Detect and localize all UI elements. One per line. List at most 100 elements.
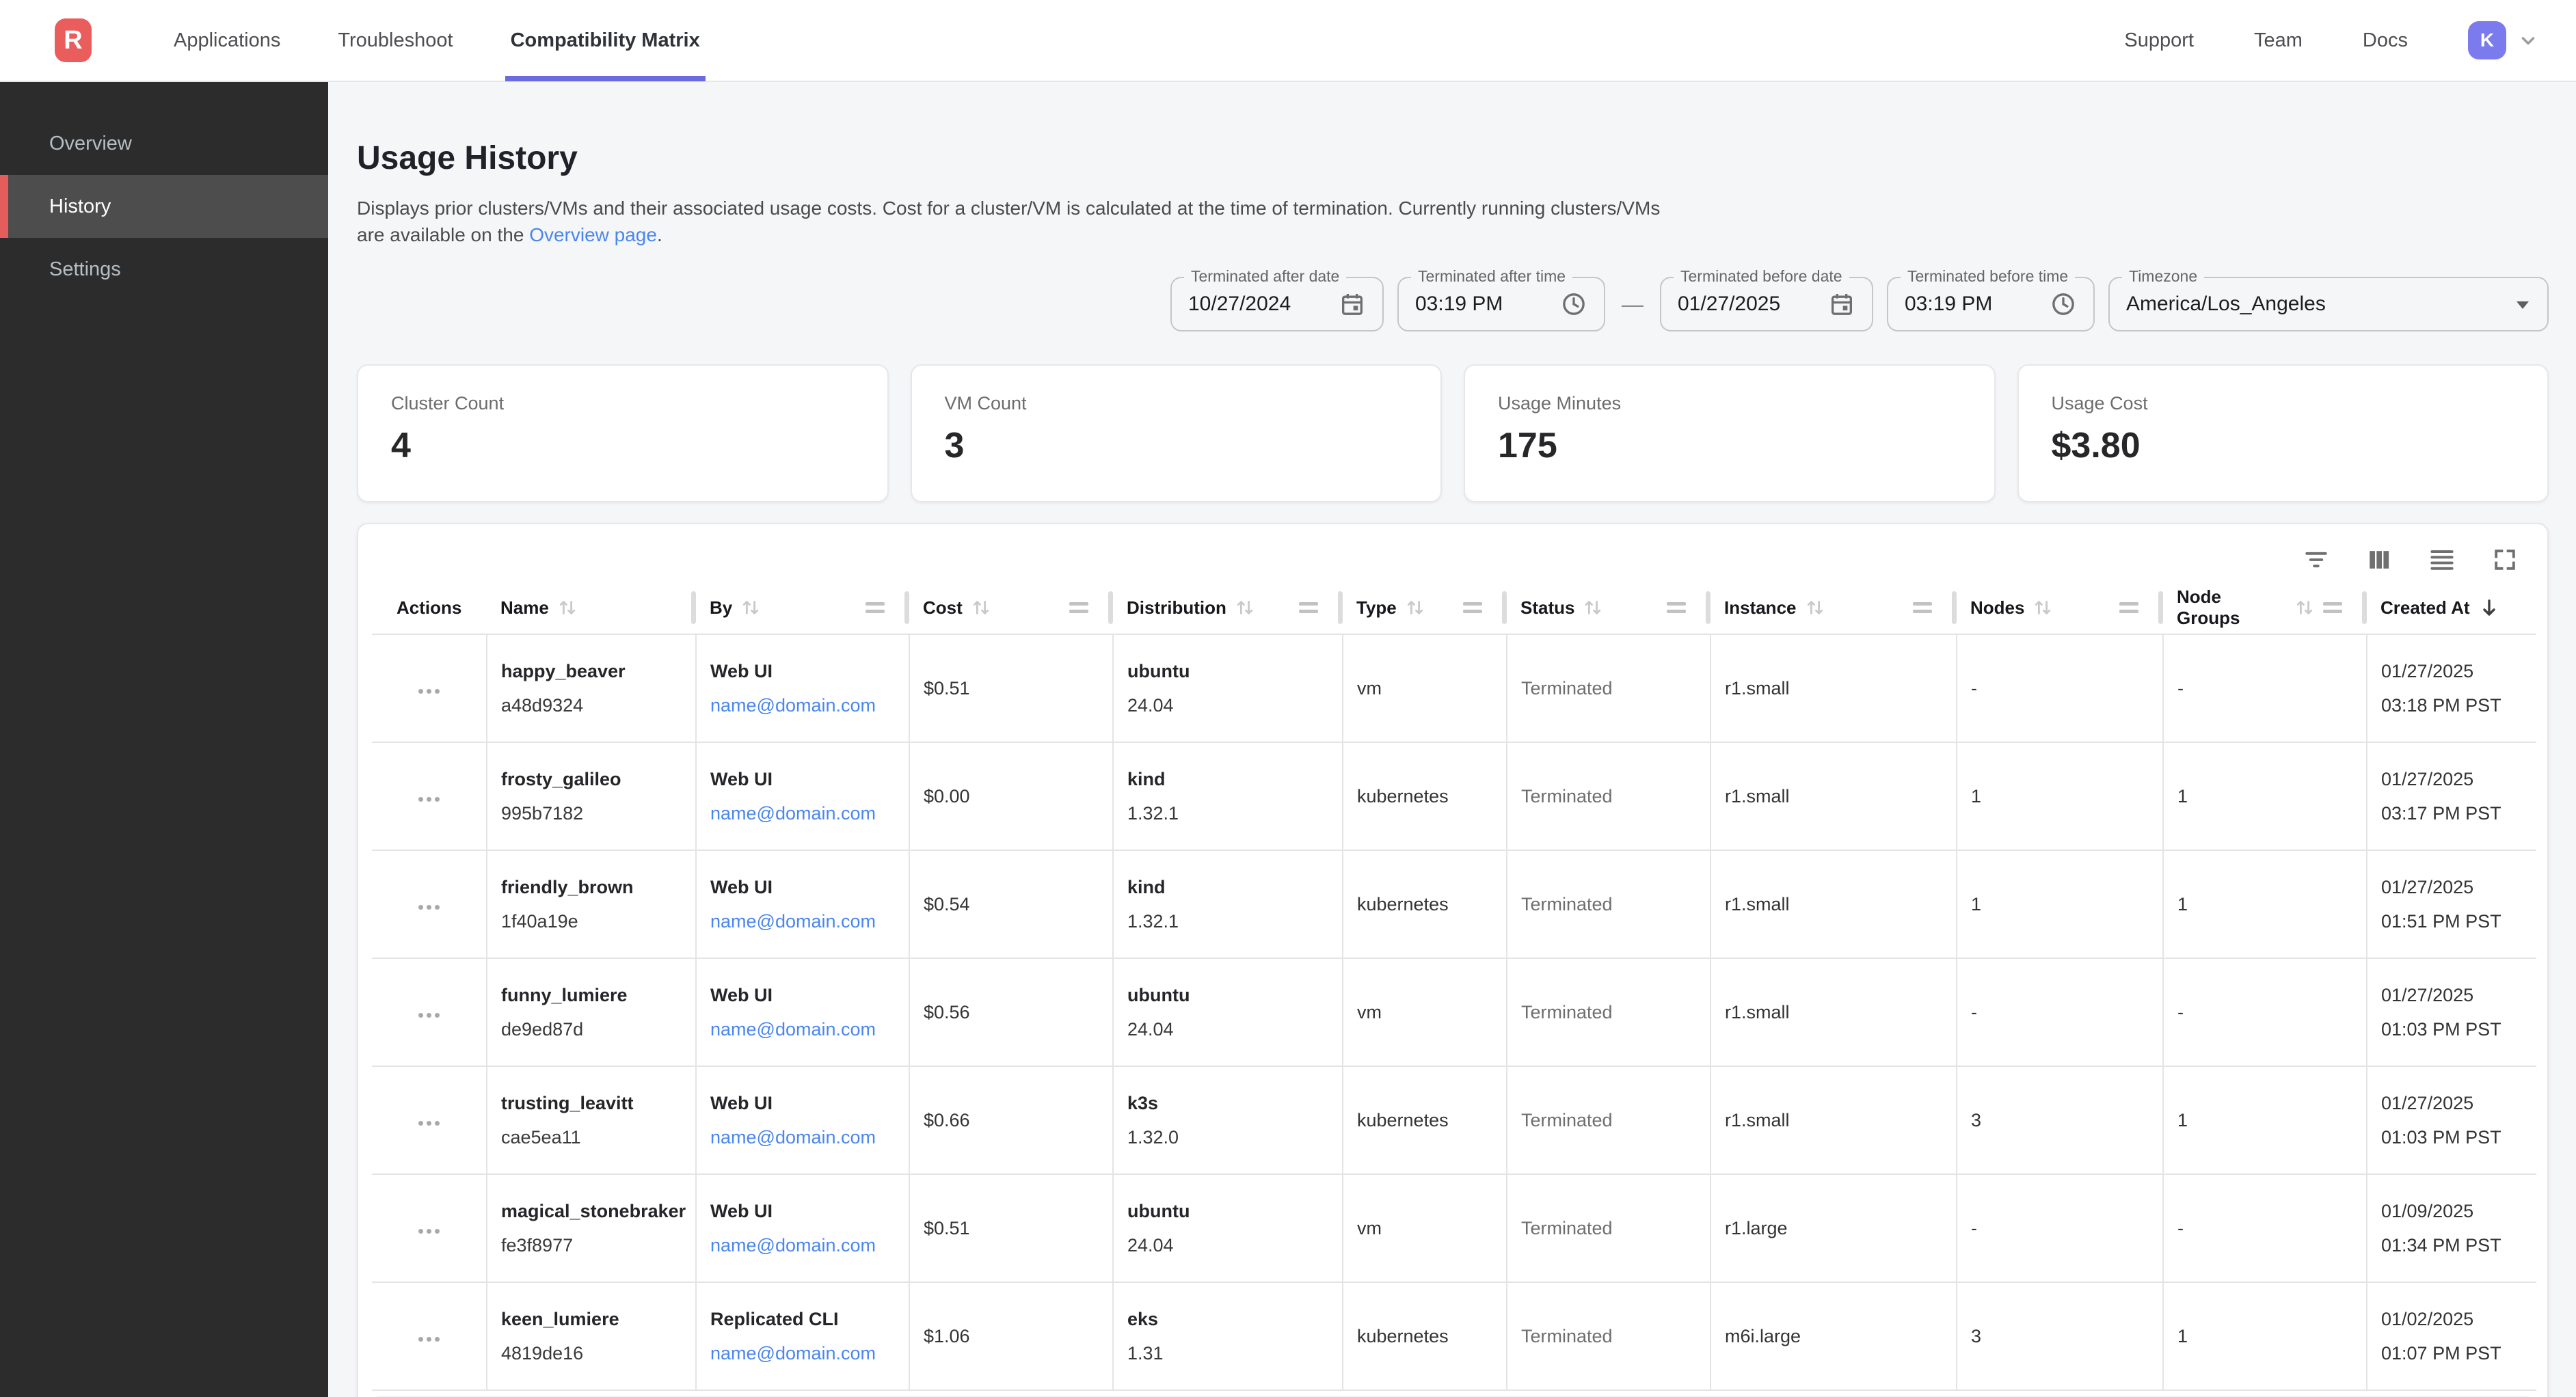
created-by-email-link[interactable]: name@domain.com (710, 803, 876, 824)
column-header-actions: Actions (372, 582, 487, 634)
cluster-name: trusting_leavitt (501, 1091, 682, 1115)
created-time: 03:17 PM PST (2381, 801, 2523, 826)
tab-compatibility-matrix[interactable]: Compatibility Matrix (511, 0, 700, 81)
created-by-email-link[interactable]: name@domain.com (710, 1019, 876, 1040)
column-header-instance[interactable]: Instance (1710, 582, 1957, 634)
show-hide-columns-button[interactable] (2364, 545, 2394, 575)
distribution-name: ubuntu (1127, 659, 1328, 683)
type-value: kubernetes (1357, 894, 1449, 914)
column-header-node-groups[interactable]: Node Groups (2163, 582, 2367, 634)
column-header-created-at[interactable]: Created At (2367, 582, 2536, 634)
type-cell: kubernetes (1343, 1282, 1507, 1390)
terminated-after-time-field[interactable]: Terminated after time03:19 PM (1397, 277, 1605, 331)
terminated-before-date-field[interactable]: Terminated before date01/27/2025 (1660, 277, 1873, 331)
status-cell: Terminated (1507, 1174, 1710, 1282)
distribution-name: eks (1127, 1307, 1328, 1331)
column-header-distribution[interactable]: Distribution (1113, 582, 1343, 634)
column-header-cost[interactable]: Cost (909, 582, 1113, 634)
column-drag-handle[interactable] (1913, 602, 1932, 613)
column-drag-handle[interactable] (2323, 602, 2342, 613)
cost-value: $1.06 (924, 1326, 970, 1346)
density-button[interactable] (2427, 545, 2457, 575)
page-title: Usage History (357, 139, 2549, 177)
user-menu[interactable]: K (2468, 21, 2540, 59)
name-cell: magical_stonebrakerfe3f8977 (487, 1174, 696, 1282)
timezone-field[interactable]: TimezoneAmerica/Los_Angeles (2108, 277, 2549, 331)
instance-value: r1.small (1725, 786, 1790, 806)
nav-link-support[interactable]: Support (2124, 29, 2194, 52)
column-drag-handle[interactable] (1299, 602, 1318, 613)
cluster-name: funny_lumiere (501, 983, 682, 1007)
column-drag-handle[interactable] (1667, 602, 1686, 613)
nodes-cell: 3 (1957, 1282, 2163, 1390)
top-nav: R Applications Troubleshoot Compatibility … (0, 0, 2576, 82)
created-by-email-link[interactable]: name@domain.com (710, 1235, 876, 1256)
type-cell: kubernetes (1343, 1066, 1507, 1174)
node-groups-cell: 1 (2163, 742, 2367, 850)
instance-value: r1.small (1725, 678, 1790, 698)
stat-value: 4 (391, 425, 855, 466)
row-actions-button[interactable] (416, 1115, 442, 1131)
fullscreen-button[interactable] (2490, 545, 2520, 575)
sidebar-item-history[interactable]: History (0, 175, 328, 238)
name-cell: friendly_brown1f40a19e (487, 850, 696, 958)
cost-cell: $0.00 (909, 742, 1113, 850)
status-cell: Terminated (1507, 634, 1710, 742)
column-header-status[interactable]: Status (1507, 582, 1710, 634)
row-actions-button[interactable] (416, 683, 442, 699)
clock-icon (2050, 290, 2077, 318)
density-icon (2427, 545, 2457, 575)
row-actions-button[interactable] (416, 1007, 442, 1023)
created-by-email-link[interactable]: name@domain.com (710, 695, 876, 716)
column-header-by[interactable]: By (696, 582, 909, 634)
tab-troubleshoot[interactable]: Troubleshoot (338, 0, 453, 81)
table-row: keen_lumiere4819de16Replicated CLIname@d… (372, 1282, 2536, 1390)
nav-link-docs[interactable]: Docs (2363, 29, 2408, 52)
nodes-value: - (1971, 1002, 1977, 1022)
status-value: Terminated (1521, 1110, 1613, 1130)
column-label: Actions (397, 597, 461, 619)
created-by-email-link[interactable]: name@domain.com (710, 1343, 876, 1364)
name-cell: keen_lumiere4819de16 (487, 1282, 696, 1390)
row-actions-button[interactable] (416, 1223, 442, 1239)
node-groups-value: 1 (2177, 786, 2188, 806)
column-drag-handle[interactable] (866, 602, 885, 613)
cost-cell: $0.54 (909, 850, 1113, 958)
created-by-email-link[interactable]: name@domain.com (710, 1127, 876, 1148)
avatar: K (2468, 21, 2506, 59)
created-by-email-link[interactable]: name@domain.com (710, 911, 876, 932)
app-logo[interactable]: R (55, 18, 92, 62)
terminated-before-time-field[interactable]: Terminated before time03:19 PM (1887, 277, 2095, 331)
row-actions-button[interactable] (416, 899, 442, 915)
created-time: 01:07 PM PST (2381, 1341, 2523, 1366)
name-cell: funny_lumierede9ed87d (487, 958, 696, 1066)
instance-cell: r1.large (1710, 1174, 1957, 1282)
filter-button[interactable] (2301, 545, 2331, 575)
created-date: 01/27/2025 (2381, 1091, 2523, 1115)
sidebar-item-overview[interactable]: Overview (0, 112, 328, 175)
row-actions-button[interactable] (416, 1331, 442, 1347)
column-header-nodes[interactable]: Nodes (1957, 582, 2163, 634)
nav-link-team[interactable]: Team (2254, 29, 2303, 52)
column-header-name[interactable]: Name (487, 582, 696, 634)
row-actions-button[interactable] (416, 791, 442, 807)
field-value: 10/27/2024 (1188, 293, 1291, 316)
cluster-name: friendly_brown (501, 875, 682, 899)
column-header-type[interactable]: Type (1343, 582, 1507, 634)
column-drag-handle[interactable] (2119, 602, 2138, 613)
field-label: Terminated after date (1184, 267, 1346, 286)
name-cell: trusting_leavittcae5ea11 (487, 1066, 696, 1174)
status-value: Terminated (1521, 786, 1613, 806)
overview-page-link[interactable]: Overview page (529, 224, 657, 245)
terminated-after-date-field[interactable]: Terminated after date10/27/2024 (1170, 277, 1384, 331)
distribution-name: ubuntu (1127, 983, 1328, 1007)
column-drag-handle[interactable] (1463, 602, 1482, 613)
column-drag-handle[interactable] (1069, 602, 1088, 613)
sidebar-item-settings[interactable]: Settings (0, 238, 328, 301)
tab-applications[interactable]: Applications (174, 0, 280, 81)
field-value: 01/27/2025 (1678, 293, 1780, 316)
node-groups-cell: - (2163, 958, 2367, 1066)
type-cell: vm (1343, 1174, 1507, 1282)
distribution-cell: ubuntu24.04 (1113, 634, 1343, 742)
fullscreen-icon (2490, 545, 2520, 575)
